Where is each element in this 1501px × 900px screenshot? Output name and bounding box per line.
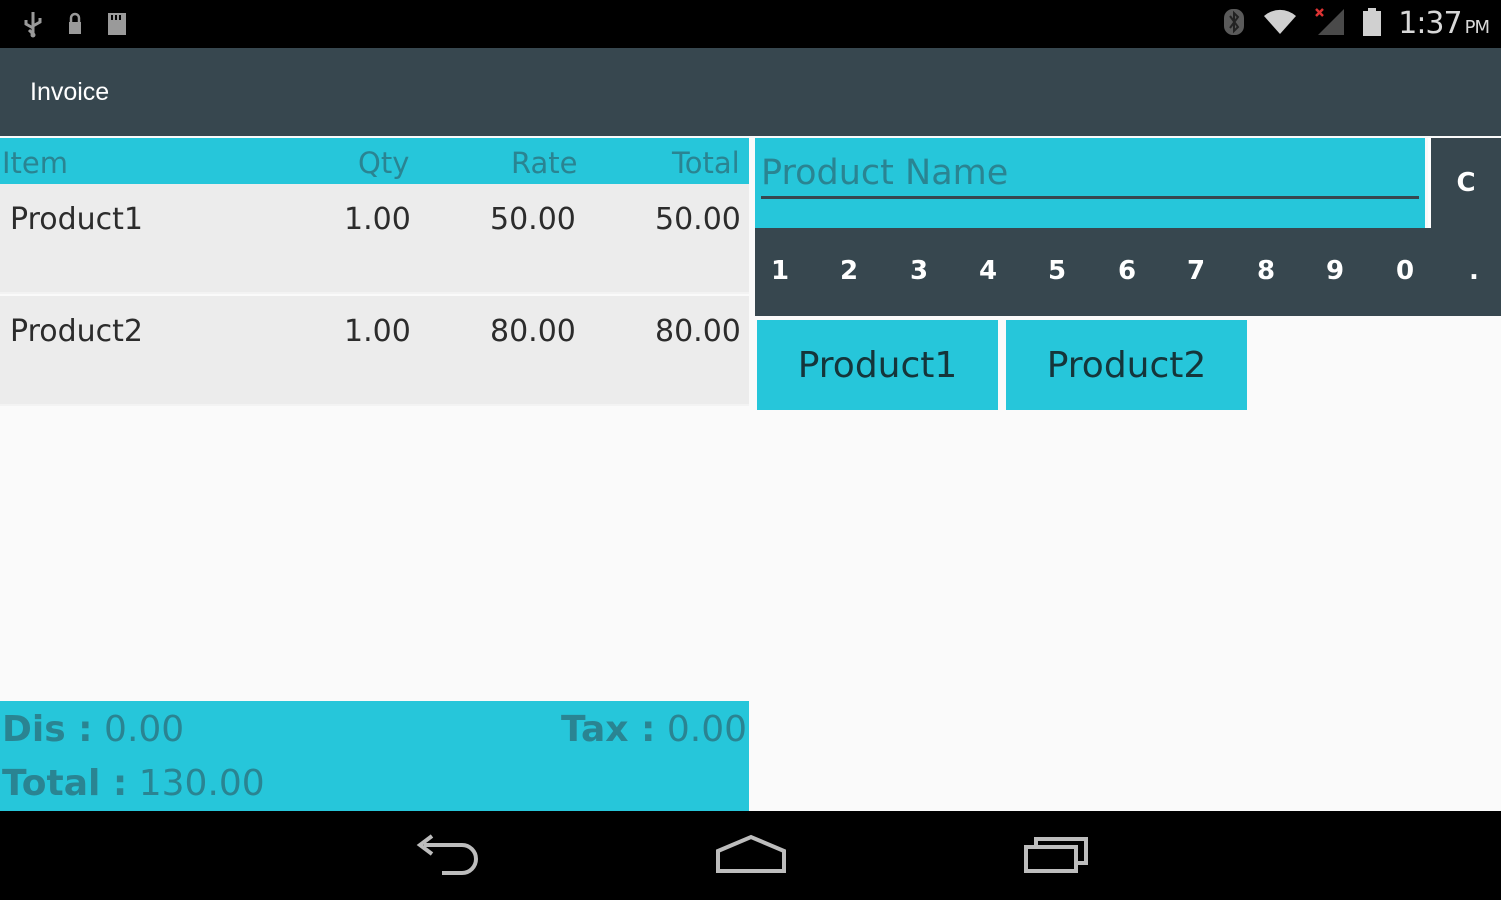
navigation-bar bbox=[0, 811, 1501, 900]
header-rate: Rate bbox=[511, 146, 578, 180]
header-qty: Qty bbox=[358, 146, 410, 180]
key-8[interactable]: 8 bbox=[1241, 256, 1291, 286]
header-total: Total bbox=[672, 146, 740, 180]
action-bar: Invoice bbox=[0, 48, 1501, 136]
recent-apps-icon[interactable] bbox=[1022, 831, 1092, 881]
key-3[interactable]: 3 bbox=[894, 256, 944, 286]
back-icon[interactable] bbox=[412, 831, 482, 881]
table-row[interactable]: Product1 1.00 50.00 50.00 bbox=[0, 184, 749, 294]
key-7[interactable]: 7 bbox=[1171, 256, 1221, 286]
status-bar: 1:37 PM bbox=[0, 0, 1501, 48]
tax-line: Tax : 0.00 bbox=[561, 709, 747, 750]
clear-button[interactable]: C bbox=[1428, 138, 1501, 228]
key-6[interactable]: 6 bbox=[1102, 256, 1152, 286]
product-search-container bbox=[755, 138, 1425, 228]
sd-card-icon bbox=[106, 11, 128, 41]
table-row[interactable]: Product2 1.00 80.00 80.00 bbox=[0, 296, 749, 406]
wifi-icon bbox=[1262, 8, 1298, 40]
totals-panel: Dis : 0.00 Tax : 0.00 Total : 130.00 bbox=[0, 701, 749, 811]
clock-ampm: PM bbox=[1464, 17, 1490, 38]
invoice-table-header: Item Qty Rate Total bbox=[0, 138, 749, 184]
key-1[interactable]: 1 bbox=[755, 256, 805, 286]
row-qty: 1.00 bbox=[344, 202, 411, 237]
usb-icon bbox=[22, 10, 44, 42]
row-total: 80.00 bbox=[655, 314, 741, 349]
row-qty: 1.00 bbox=[344, 314, 411, 349]
numeric-keypad: 1 2 3 4 5 6 7 8 9 0 . bbox=[755, 228, 1501, 316]
key-5[interactable]: 5 bbox=[1032, 256, 1082, 286]
lock-icon bbox=[66, 12, 84, 40]
tax-value: 0.00 bbox=[666, 709, 747, 750]
row-total: 50.00 bbox=[655, 202, 741, 237]
key-9[interactable]: 9 bbox=[1310, 256, 1360, 286]
bluetooth-icon bbox=[1222, 7, 1246, 41]
row-item: Product2 bbox=[10, 314, 143, 349]
total-label: Total : bbox=[2, 763, 128, 804]
clock-time: 1:37 bbox=[1398, 6, 1462, 41]
search-underline bbox=[761, 196, 1419, 199]
key-4[interactable]: 4 bbox=[963, 256, 1013, 286]
app-title: Invoice bbox=[30, 78, 110, 106]
key-0[interactable]: 0 bbox=[1380, 256, 1430, 286]
discount-value: 0.00 bbox=[104, 709, 185, 750]
battery-icon bbox=[1362, 7, 1382, 41]
total-value: 130.00 bbox=[138, 763, 265, 804]
product-button-product1[interactable]: Product1 bbox=[757, 320, 998, 410]
key-decimal[interactable]: . bbox=[1449, 256, 1499, 286]
discount-line: Dis : 0.00 bbox=[2, 709, 184, 750]
signal-icon bbox=[1314, 7, 1346, 41]
total-line: Total : 130.00 bbox=[2, 763, 265, 804]
discount-label: Dis : bbox=[2, 709, 93, 750]
key-2[interactable]: 2 bbox=[824, 256, 874, 286]
clock: 1:37 PM bbox=[1398, 6, 1490, 41]
product-button-product2[interactable]: Product2 bbox=[1006, 320, 1247, 410]
row-rate: 50.00 bbox=[490, 202, 576, 237]
header-item: Item bbox=[2, 146, 69, 180]
product-name-input[interactable] bbox=[761, 144, 1419, 202]
tax-label: Tax : bbox=[561, 709, 656, 750]
row-item: Product1 bbox=[10, 202, 143, 237]
row-rate: 80.00 bbox=[490, 314, 576, 349]
home-icon[interactable] bbox=[714, 831, 788, 881]
